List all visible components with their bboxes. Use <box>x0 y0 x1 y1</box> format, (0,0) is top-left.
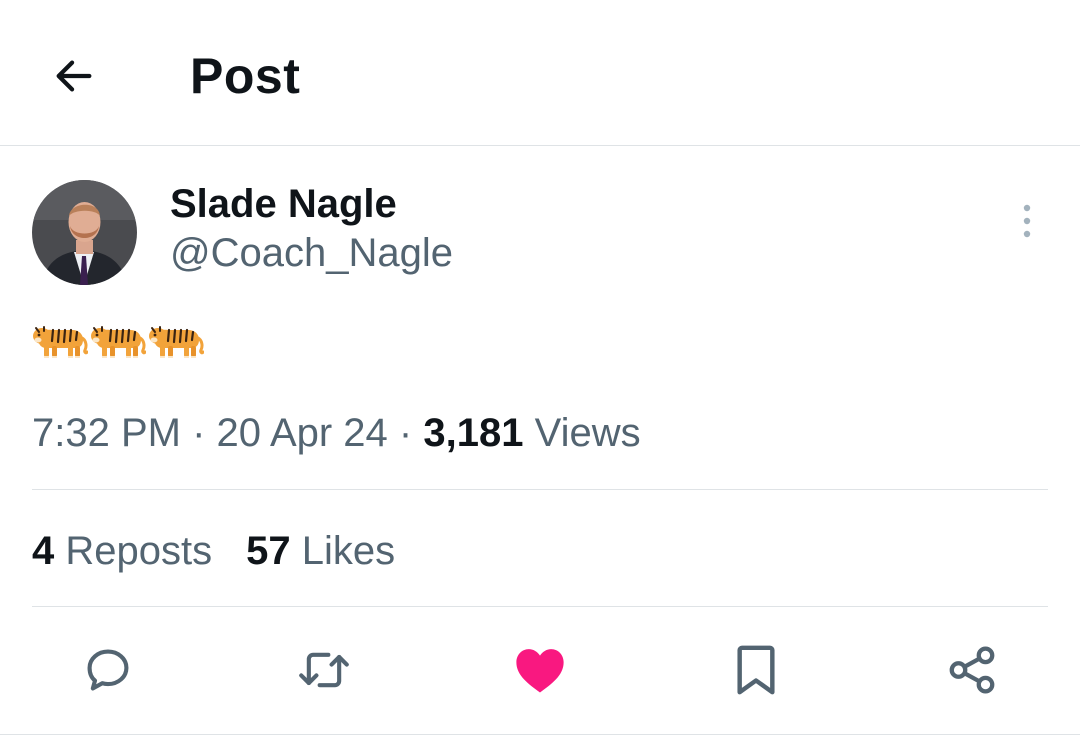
action-bar <box>0 640 1080 700</box>
tiger-emoji-icon <box>149 326 204 358</box>
back-button[interactable] <box>46 48 102 104</box>
speech-bubble-icon <box>87 649 129 691</box>
author-display-name[interactable]: Slade Nagle <box>170 180 397 228</box>
meta-separator: · <box>398 411 413 455</box>
divider <box>32 489 1048 490</box>
more-vertical-icon <box>1023 204 1031 238</box>
post-text <box>32 318 204 360</box>
likes-count: 57 <box>246 529 291 573</box>
reposts-label: Reposts <box>65 529 213 573</box>
like-button[interactable] <box>510 640 570 700</box>
tiger-emoji-icon <box>33 326 88 358</box>
meta-separator: · <box>192 411 206 455</box>
reply-button[interactable] <box>78 640 138 700</box>
bookmark-icon <box>737 645 775 695</box>
post-meta: 7:32 PM · 20 Apr 24 · 3,181 Views <box>32 408 641 458</box>
views-count: 3,181 <box>423 411 524 455</box>
reposts-stat[interactable]: 4 Reposts <box>32 529 212 573</box>
likes-stat[interactable]: 57 Likes <box>246 529 395 573</box>
share-icon <box>949 646 995 694</box>
heart-icon <box>516 649 564 693</box>
top-app-bar: Post <box>0 0 1080 146</box>
tiger-emoji-icon <box>91 326 146 358</box>
repost-arrows-icon <box>299 652 349 688</box>
avatar[interactable] <box>32 180 137 285</box>
views-label: Views <box>534 411 641 455</box>
divider <box>32 606 1048 607</box>
divider <box>0 734 1080 735</box>
post-time: 7:32 PM <box>32 411 181 455</box>
page-title: Post <box>190 48 301 104</box>
post-date: 20 Apr 24 <box>216 411 388 455</box>
reposts-count: 4 <box>32 529 55 573</box>
arrow-left-icon <box>56 60 92 92</box>
more-options-button[interactable] <box>1008 196 1046 246</box>
author-handle[interactable]: @Coach_Nagle <box>170 228 453 278</box>
bookmark-button[interactable] <box>726 640 786 700</box>
repost-button[interactable] <box>294 640 354 700</box>
share-button[interactable] <box>942 640 1002 700</box>
engagement-stats: 4 Reposts 57 Likes <box>32 526 395 576</box>
likes-label: Likes <box>301 529 396 573</box>
